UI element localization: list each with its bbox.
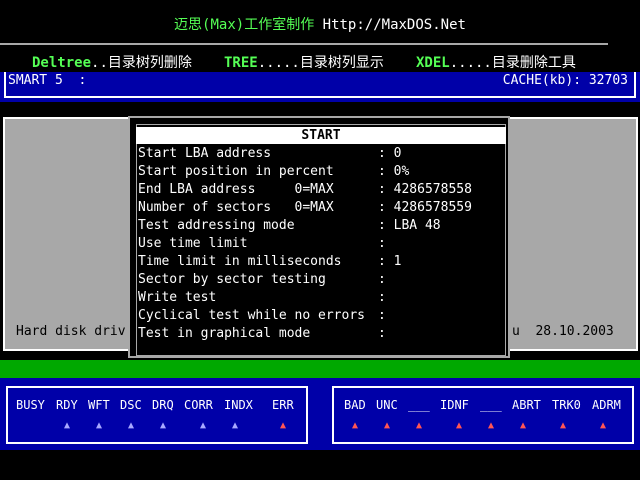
smart-label: SMART 5 :	[8, 73, 87, 88]
reg-wft: WFT	[88, 398, 110, 412]
option-label: Start LBA address	[138, 146, 272, 161]
reg-abrt: ABRT	[512, 398, 541, 412]
option-value: :	[378, 272, 386, 287]
option-label: End LBA address 0=MAX	[138, 182, 334, 197]
indicator-icon: ▲	[520, 420, 527, 431]
indicator-icon: ▲	[128, 420, 135, 431]
reg-unc: UNC	[376, 398, 398, 412]
option-label: Test in graphical mode	[138, 326, 311, 341]
reg-trk0: TRK0	[552, 398, 581, 412]
reg-err: ERR	[272, 398, 294, 412]
error-register-box: BAD UNC ___ IDNF ___ ABRT TRK0 ADRM ▲ ▲ …	[332, 386, 634, 444]
reg-drq: DRQ	[152, 398, 174, 412]
indicator-icon: ▲	[488, 420, 495, 431]
reg-indx: INDX	[224, 398, 253, 412]
indicator-icon: ▲	[384, 420, 391, 431]
option-value: : 0%	[378, 164, 410, 179]
banner-url: Http://MaxDOS.Net	[322, 17, 466, 33]
indicator-icon: ▲	[280, 420, 287, 431]
indicator-icon: ▲	[560, 420, 567, 431]
option-label: Sector by sector testing	[138, 272, 326, 287]
option-value: :	[378, 290, 386, 305]
reg-adrm: ADRM	[592, 398, 621, 412]
reg-blank-1: ___	[408, 398, 430, 412]
reg-idnf: IDNF	[440, 398, 469, 412]
reg-rdy: RDY	[56, 398, 78, 412]
indicator-icon: ▲	[96, 420, 103, 431]
command-xdel: XDEL.....目录删除工具	[416, 55, 576, 71]
command-bar: Deltree..目录树列删除 TREE.....目录树列显示 XDEL....…	[0, 52, 640, 74]
option-value: : 1	[378, 254, 402, 269]
command-deltree: Deltree..目录树列删除	[32, 55, 192, 71]
indicator-icon: ▲	[64, 420, 71, 431]
option-value: :	[378, 308, 386, 323]
command-tree: TREE.....目录树列显示	[224, 55, 384, 71]
start-dialog: START Start LBA address : 0 Start positio…	[128, 116, 510, 358]
indicator-icon: ▲	[600, 420, 607, 431]
hard-disk-info: Hard disk driv	[16, 324, 126, 339]
option-value: :	[378, 236, 386, 251]
reg-busy: BUSY	[16, 398, 45, 412]
indicator-icon: ▲	[352, 420, 359, 431]
cache-label: CACHE(kb): 32703	[502, 73, 628, 88]
divider	[0, 43, 608, 45]
option-value: : 0	[378, 146, 402, 161]
hard-disk-date: u 28.10.2003	[512, 324, 614, 339]
option-value: : 4286578558	[378, 182, 472, 197]
reg-corr: CORR	[184, 398, 213, 412]
option-value: : LBA 48	[378, 218, 441, 233]
status-register-box: BUSY RDY WFT DSC DRQ CORR INDX ERR ▲ ▲ ▲…	[6, 386, 308, 444]
option-value: :	[378, 326, 386, 341]
reg-bad: BAD	[344, 398, 366, 412]
banner-title: 迈思(Max)工作室制作	[174, 17, 315, 33]
indicator-icon: ▲	[160, 420, 167, 431]
indicator-icon: ▲	[200, 420, 207, 431]
option-label: Test addressing mode	[138, 218, 295, 233]
option-label: Cyclical test while no errors	[138, 308, 365, 323]
reg-blank-2: ___	[480, 398, 502, 412]
option-label: Time limit in milliseconds	[138, 254, 342, 269]
option-value: : 4286578559	[378, 200, 472, 215]
indicator-icon: ▲	[456, 420, 463, 431]
option-label: Write test	[138, 290, 217, 305]
banner: 迈思(Max)工作室制作 Http://MaxDOS.Net	[0, 14, 640, 34]
smart-bar: SMART 5 : CACHE(kb): 32703	[0, 72, 640, 102]
indicator-icon: ▲	[232, 420, 239, 431]
dialog-title: START	[136, 127, 506, 144]
progress-strip	[0, 360, 640, 378]
option-label: Start position in percent	[138, 164, 334, 179]
option-label: Number of sectors 0=MAX	[138, 200, 334, 215]
indicator-icon: ▲	[416, 420, 423, 431]
option-label: Use time limit	[138, 236, 248, 251]
